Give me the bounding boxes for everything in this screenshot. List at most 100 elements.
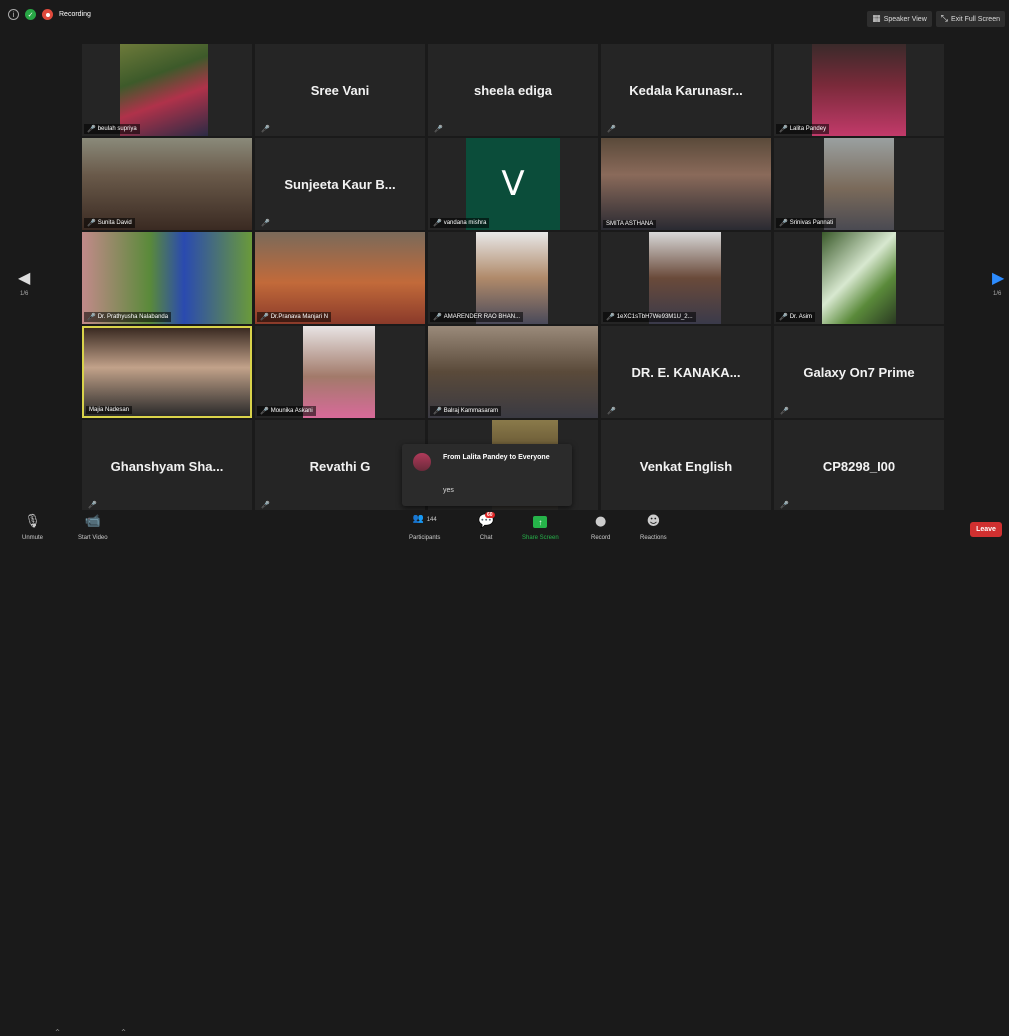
chat-unread-badge: 60 [485, 512, 495, 518]
participant-tile[interactable]: 🎤 Dr. Asim [774, 232, 944, 324]
active-speaker-tile[interactable]: Majia Nadesan [82, 326, 252, 418]
participant-name: Majia Nadesan [89, 407, 130, 413]
participant-name: vandana mishra [443, 220, 487, 226]
muted-mic-icon: 🎤 [88, 501, 97, 509]
muted-mic-icon: 🎤 [780, 501, 789, 509]
exit-fullscreen-button[interactable]: ⤡ Exit Full Screen [935, 11, 1005, 27]
participant-video [82, 138, 252, 230]
participant-tile[interactable]: Sree Vani 🎤 [255, 44, 425, 136]
participant-tile[interactable]: DR. E. KANAKA... 🎤 [601, 326, 771, 418]
speaker-view-icon: ▦ [872, 14, 881, 24]
speaker-view-label: Speaker View [883, 15, 927, 23]
participant-tile[interactable]: Ghanshyam Sha... 🎤 [82, 420, 252, 512]
participant-name-tag: 🎤 Balraj Kammasaram [430, 406, 502, 416]
participant-tile[interactable]: Venkat English [601, 420, 771, 512]
share-screen-button[interactable]: ↑ Share Screen [522, 514, 559, 541]
participant-name-tag: 🎤 beulah supriya [84, 124, 140, 134]
participant-tile[interactable]: 🎤 Sunita David [82, 138, 252, 230]
top-bar: i ✓ Recording ▦ Speaker View ⤡ Exit Full… [0, 0, 1009, 32]
page-indicator-right: 1/6 [993, 291, 1002, 297]
participant-tile[interactable]: 🎤 Balraj Kammasaram [428, 326, 598, 418]
muted-mic-icon: 🎤 [433, 407, 442, 415]
recording-label: Recording [59, 11, 91, 18]
participant-name: AMARENDER RAO BHAN... [443, 314, 521, 320]
share-screen-icon: ↑ [533, 516, 548, 528]
muted-mic-icon: 🎤 [607, 407, 616, 415]
record-button[interactable]: ● Record [591, 514, 610, 541]
next-page-arrow-icon[interactable]: ▶ [992, 268, 1004, 287]
participant-name: Balraj Kammasaram [443, 408, 499, 414]
participant-tile[interactable]: SMITA ASTHANA [601, 138, 771, 230]
leave-button[interactable]: Leave [970, 522, 1002, 537]
participant-name: SMITA ASTHANA [606, 221, 654, 227]
participant-tile[interactable]: Sunjeeta Kaur B... 🎤 [255, 138, 425, 230]
participant-tile[interactable]: Revathi G 🎤 [255, 420, 425, 512]
participant-display-name: Revathi G [309, 458, 371, 474]
participant-display-name: DR. E. KANAKA... [631, 364, 741, 380]
participant-name-tag: 🎤 vandana mishra [430, 218, 490, 228]
security-shield-icon[interactable]: ✓ [25, 9, 36, 20]
participant-tile[interactable]: Kedala Karunasr... 🎤 [601, 44, 771, 136]
unmute-button[interactable]: 🎙 Unmute [22, 514, 43, 541]
muted-mic-icon: 🎤 [606, 313, 615, 321]
participant-tile[interactable]: 🎤 Mounika Askani [255, 326, 425, 418]
info-icon[interactable]: i [8, 9, 19, 20]
participant-name-tag: 🎤 AMARENDER RAO BHAN... [430, 312, 524, 322]
exit-fullscreen-icon: ⤡ [940, 14, 948, 24]
participant-tile[interactable]: 🎤 Srinivas Pannati [774, 138, 944, 230]
participant-name-tag: 🎤 Dr. Asim [776, 312, 816, 322]
participants-button[interactable]: 👥 144 Participants [409, 514, 440, 541]
chat-message: yes [443, 487, 454, 494]
participant-tile[interactable]: 🎤 Lalita Pandey [774, 44, 944, 136]
record-label: Record [591, 535, 611, 541]
exit-fullscreen-label: Exit Full Screen [950, 15, 1000, 23]
participant-tile[interactable]: sheela ediga 🎤 [428, 44, 598, 136]
previous-page-arrow-icon[interactable]: ◀ [18, 268, 30, 287]
participant-tile[interactable]: 🎤 Dr.Pranava Manjari N [255, 232, 425, 324]
participant-tile[interactable]: 🎤 Dr. Prathyusha Nalabanda [82, 232, 252, 324]
participants-label: Participants [409, 535, 441, 541]
participant-tile[interactable]: CP8298_I00 🎤 [774, 420, 944, 512]
speaker-view-button[interactable]: ▦ Speaker View [867, 11, 932, 27]
participant-display-name: CP8298_I00 [822, 458, 896, 474]
meeting-toolbar: 🎙 Unmute ^ 📹 Start Video ^ 👥 144 Partici… [0, 510, 1009, 1036]
start-video-button[interactable]: 📹 Start Video [78, 514, 108, 541]
muted-mic-icon: 🎤 [779, 125, 788, 133]
reactions-icon: ☻ [646, 514, 661, 529]
muted-mic-icon: 🎤 [87, 219, 96, 227]
chat-sender: From Lalita Pandey to Everyone [443, 454, 550, 461]
participant-name: 1eXC1sTbH7We93M1U_2... [616, 314, 693, 320]
participant-avatar: V [466, 138, 560, 230]
audio-options-chevron-icon[interactable]: ^ [55, 1029, 60, 1036]
participant-tile[interactable]: 🎤 1eXC1sTbH7We93M1U_2... [601, 232, 771, 324]
participant-name-tag: 🎤 Sunita David [84, 218, 135, 228]
participants-icon: 👥 144 [412, 514, 437, 524]
participant-tile[interactable]: Galaxy On7 Prime 🎤 [774, 326, 944, 418]
participant-video [476, 232, 548, 324]
participant-name-tag: 🎤 Mounika Askani [257, 406, 316, 416]
muted-mic-icon: 🎙 [24, 514, 41, 529]
participant-name-tag: 🎤 Lalita Pandey [776, 124, 830, 134]
chat-button[interactable]: 💬 60 Chat [478, 512, 495, 541]
participant-video [303, 326, 375, 418]
participant-name-tag: SMITA ASTHANA [603, 220, 657, 228]
participant-name: beulah supriya [97, 126, 137, 132]
unmute-label: Unmute [22, 535, 44, 541]
participant-name-tag: 🎤 1eXC1sTbH7We93M1U_2... [603, 312, 696, 322]
participants-count: 144 [426, 517, 437, 523]
muted-mic-icon: 🎤 [87, 313, 96, 321]
participant-tile[interactable]: 🎤 beulah supriya [82, 44, 252, 136]
chat-notification[interactable]: From Lalita Pandey to Everyone yes [402, 444, 572, 506]
participant-tile[interactable]: 🎤 AMARENDER RAO BHAN... [428, 232, 598, 324]
participant-name: Mounika Askani [270, 408, 313, 414]
share-screen-label: Share Screen [522, 535, 559, 541]
participant-tile[interactable]: V 🎤 vandana mishra [428, 138, 598, 230]
video-options-chevron-icon[interactable]: ^ [121, 1029, 126, 1036]
participant-display-name: Kedala Karunasr... [629, 82, 743, 98]
participant-video [824, 138, 894, 230]
participant-video [601, 138, 771, 230]
chat-label: Chat [479, 535, 493, 541]
reactions-button[interactable]: ☻ Reactions [640, 514, 667, 541]
muted-mic-icon: 🎤 [434, 125, 443, 133]
muted-mic-icon: 🎤 [261, 501, 270, 509]
